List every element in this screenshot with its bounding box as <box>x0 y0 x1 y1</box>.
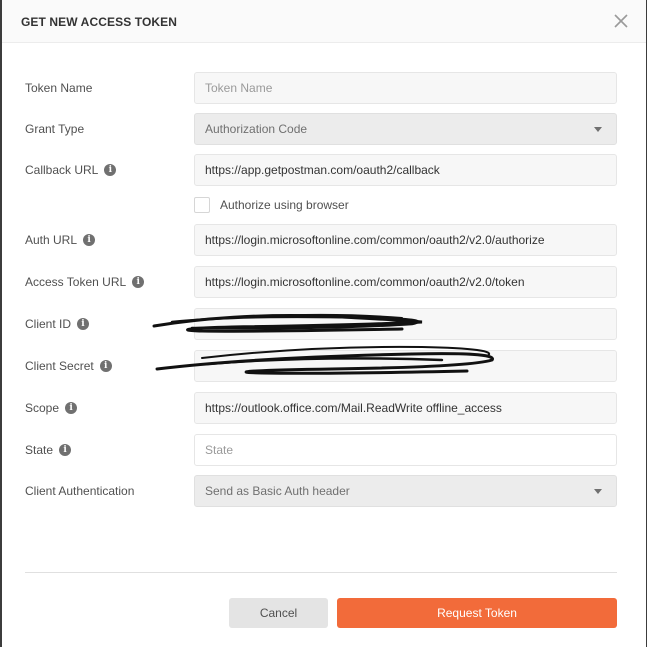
client-authentication-select[interactable]: Send as Basic Auth header <box>194 475 617 507</box>
client-authentication-row: Client Authentication Send as Basic Auth… <box>2 475 646 507</box>
client-secret-input[interactable] <box>194 350 617 382</box>
scope-row: Scope i <box>2 392 646 424</box>
chevron-down-icon <box>594 127 602 132</box>
client-authentication-label: Client Authentication <box>25 484 135 498</box>
info-icon[interactable]: i <box>65 402 78 414</box>
close-icon[interactable] <box>610 9 632 33</box>
scope-label: Scope i <box>25 392 78 424</box>
state-label: State i <box>25 434 72 466</box>
get-new-access-token-dialog: GET NEW ACCESS TOKEN Token Name Grant Ty… <box>2 0 646 647</box>
chevron-down-icon <box>594 489 602 494</box>
state-input[interactable] <box>194 434 617 466</box>
token-name-input[interactable] <box>194 72 617 104</box>
grant-type-select[interactable]: Authorization Code <box>194 113 617 145</box>
client-authentication-value: Send as Basic Auth header <box>205 484 350 498</box>
client-id-row: Client ID i <box>2 308 646 340</box>
callback-url-label: Callback URL i <box>25 154 117 186</box>
token-name-label: Token Name <box>25 81 93 95</box>
auth-url-row: Auth URL i <box>2 224 646 256</box>
grant-type-row: Grant Type Authorization Code <box>2 113 646 145</box>
authorize-browser-checkbox[interactable] <box>194 197 210 213</box>
grant-type-label: Grant Type <box>25 122 85 136</box>
authorize-browser-row: Authorize using browser <box>194 196 349 214</box>
request-token-button[interactable]: Request Token <box>337 598 617 628</box>
state-row: State i <box>2 434 646 466</box>
cancel-button[interactable]: Cancel <box>229 598 328 628</box>
dialog-header: GET NEW ACCESS TOKEN <box>2 0 646 43</box>
info-icon[interactable]: i <box>104 164 117 176</box>
info-icon[interactable]: i <box>83 234 96 246</box>
info-icon[interactable]: i <box>59 444 72 456</box>
grant-type-value: Authorization Code <box>205 122 308 136</box>
client-id-input[interactable] <box>194 308 617 340</box>
info-icon[interactable]: i <box>77 318 90 330</box>
scope-input[interactable] <box>194 392 617 424</box>
client-secret-row: Client Secret i <box>2 350 646 382</box>
client-secret-label: Client Secret i <box>25 350 112 382</box>
callback-url-row: Callback URL i <box>2 154 646 186</box>
info-icon[interactable]: i <box>132 276 145 288</box>
footer-divider <box>25 572 617 573</box>
callback-url-input[interactable] <box>194 154 617 186</box>
token-name-row: Token Name <box>2 72 646 104</box>
auth-url-input[interactable] <box>194 224 617 256</box>
dialog-title: GET NEW ACCESS TOKEN <box>21 15 178 29</box>
access-token-url-input[interactable] <box>194 266 617 298</box>
access-token-url-row: Access Token URL i <box>2 266 646 298</box>
access-token-url-label: Access Token URL i <box>25 266 145 298</box>
auth-url-label: Auth URL i <box>25 224 96 256</box>
info-icon[interactable]: i <box>99 360 112 372</box>
client-id-label: Client ID i <box>25 308 90 340</box>
authorize-browser-label: Authorize using browser <box>220 198 349 212</box>
